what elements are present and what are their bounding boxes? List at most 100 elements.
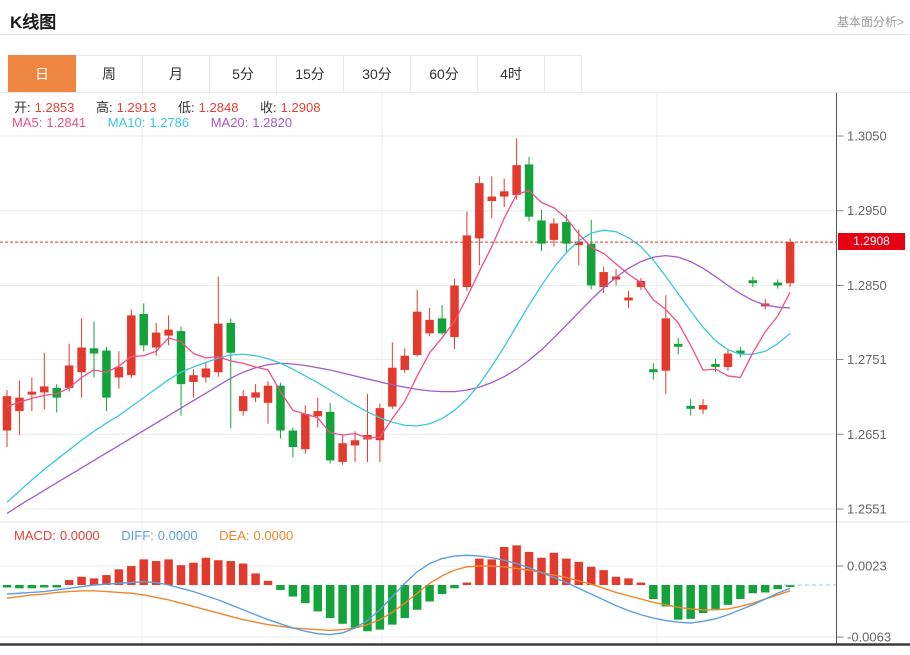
title-divider: [0, 34, 910, 35]
last-price-badge: 1.2908: [838, 233, 905, 250]
macd-axis-label: -0.0063: [847, 630, 891, 645]
high-label: 高:: [96, 100, 113, 115]
price-axis-label: 1.3050: [847, 129, 887, 144]
candle-body: [401, 356, 410, 370]
candle-body: [77, 348, 86, 373]
macd-hist-bar: [164, 559, 173, 585]
macd-hist-bar: [226, 561, 235, 585]
macd-hist-bar: [40, 585, 49, 587]
tab-月[interactable]: 月: [143, 55, 210, 92]
candle-body: [450, 285, 459, 337]
candle-body: [488, 197, 497, 201]
macd-hist-bar: [637, 583, 646, 585]
candle-body: [773, 283, 782, 286]
macd-hist-bar: [649, 585, 658, 599]
candle-body: [537, 220, 546, 243]
candle-body: [239, 396, 248, 411]
macd-hist-bar: [177, 565, 186, 585]
tab-30分[interactable]: 30分: [344, 55, 411, 92]
macd-hist-bar: [251, 573, 260, 585]
ma20-line: [7, 256, 790, 514]
candle-body: [326, 412, 335, 461]
macd-hist-bar: [724, 585, 733, 605]
macd-hist-bar: [699, 585, 708, 613]
candle-body: [90, 348, 99, 353]
candle-body: [264, 386, 273, 403]
candle-body: [550, 223, 559, 239]
macd-hist-bar: [189, 563, 198, 585]
candle-body: [500, 191, 509, 196]
candle-body: [674, 344, 683, 347]
macd-hist-bar: [773, 585, 782, 589]
ma5-label: MA5:: [12, 115, 42, 130]
candle-body: [338, 443, 347, 462]
macd-hist-bar: [550, 553, 559, 585]
candle-body: [40, 386, 49, 392]
ohlc-legend: 开:1.2853 高:1.2913 低:1.2848 收:1.2908: [14, 97, 338, 116]
macd-hist-bar: [475, 559, 484, 585]
fundamental-analysis-link[interactable]: 基本面分析>: [837, 13, 904, 30]
macd-hist-bar: [599, 570, 608, 585]
candle-body: [15, 398, 24, 411]
macd-hist-bar: [674, 585, 683, 620]
high-value: 1.2913: [117, 100, 157, 115]
macd-hist-bar: [736, 585, 745, 599]
macd-hist-bar: [388, 585, 397, 625]
diff-label: DIFF:: [121, 528, 154, 543]
macd-hist-bar: [28, 585, 37, 588]
candle-body: [699, 405, 708, 409]
macd-hist-bar: [90, 578, 99, 585]
candle-body: [3, 396, 12, 430]
price-axis-label: 1.2651: [847, 427, 887, 442]
macd-hist-bar: [77, 577, 86, 585]
candle-body: [438, 318, 447, 333]
page-title: K线图: [10, 8, 56, 33]
macd-hist-bar: [587, 567, 596, 585]
macd-hist-bar: [488, 559, 497, 585]
tab-60分[interactable]: 60分: [411, 55, 478, 92]
macd-hist-bar: [239, 564, 248, 585]
macd-hist-bar: [450, 585, 459, 588]
candle-body: [28, 392, 37, 395]
candle-body: [189, 375, 198, 382]
candle-body: [562, 222, 571, 244]
low-label: 低:: [178, 100, 195, 115]
macd-hist-bar: [711, 585, 720, 609]
candle-body: [202, 368, 211, 377]
candle-body: [226, 323, 235, 353]
price-axis-label: 1.2850: [847, 278, 887, 293]
open-value: 1.2853: [35, 100, 75, 115]
macd-hist-bar: [314, 585, 323, 611]
tab-15分[interactable]: 15分: [277, 55, 344, 92]
diff-value: 0.0000: [158, 528, 198, 543]
candle-body: [376, 408, 385, 440]
tab-5分[interactable]: 5分: [210, 55, 277, 92]
ma20-value: 1.2820: [252, 115, 292, 130]
kline-chart-canvas[interactable]: 1.30501.29501.28501.27511.26511.25510.00…: [0, 93, 910, 648]
candle-body: [425, 320, 434, 333]
kline-page: K线图 基本面分析> 日周月5分15分30分60分4时 1.30501.2950…: [0, 0, 910, 655]
macd-hist-bar: [425, 585, 434, 602]
tabbar-filler: [545, 55, 582, 92]
candle-body: [214, 324, 223, 373]
candle-body: [152, 333, 161, 348]
ma10-line: [7, 230, 790, 502]
interval-tabbar: 日周月5分15分30分60分4时: [8, 55, 582, 92]
candle-body: [475, 183, 484, 238]
tab-日[interactable]: 日: [8, 55, 76, 92]
candle-body: [662, 318, 671, 370]
macd-hist-bar: [686, 585, 695, 619]
tab-周[interactable]: 周: [76, 55, 143, 92]
candle-body: [624, 297, 633, 300]
macd-hist-bar: [413, 585, 422, 610]
ma10-label: MA10:: [108, 115, 146, 130]
candle-body: [749, 280, 758, 283]
dea-label: DEA:: [219, 528, 249, 543]
macd-hist-bar: [301, 585, 310, 603]
macd-hist-bar: [152, 561, 161, 585]
ma-legend: MA5:1.2841 MA10:1.2786 MA20:1.2820: [12, 115, 310, 130]
macd-hist-bar: [264, 581, 273, 585]
tab-4时[interactable]: 4时: [478, 55, 545, 92]
macd-hist-bar: [463, 583, 472, 585]
candle-body: [786, 242, 795, 283]
